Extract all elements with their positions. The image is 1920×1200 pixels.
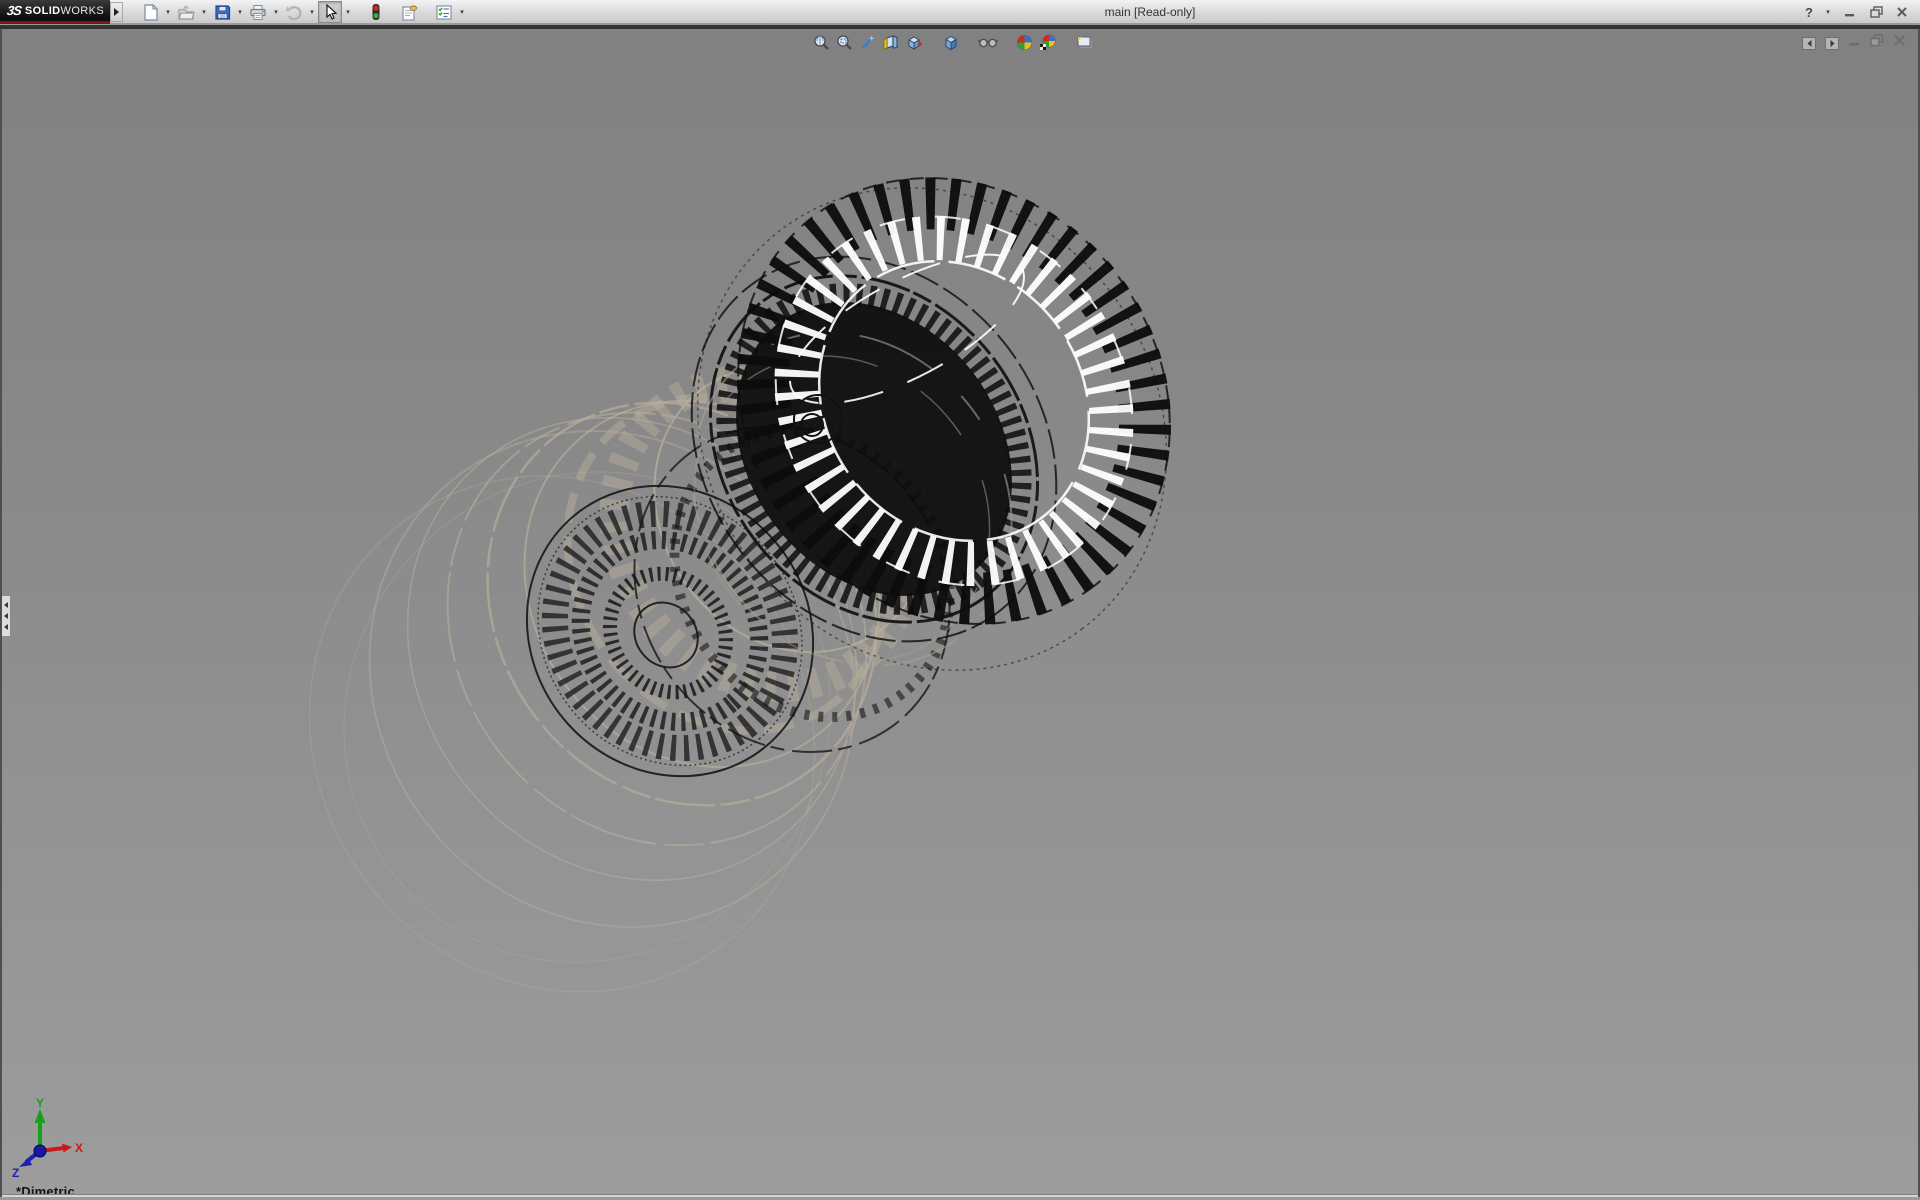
section-view-button[interactable]	[879, 32, 902, 52]
sketch-entities-button[interactable]	[398, 1, 422, 23]
restore-app-button[interactable]	[1866, 3, 1886, 21]
right-arrow-icon	[114, 8, 119, 16]
solidworks-logo: 3S SOLIDWORKS	[0, 0, 110, 24]
zoom-to-fit-icon	[813, 34, 830, 51]
save-button[interactable]	[210, 1, 234, 23]
standard-toolbar: ▾ ▾ ▾	[138, 0, 468, 24]
stoplight-icon	[370, 3, 382, 21]
stoplight-button[interactable]	[364, 1, 388, 23]
close-icon	[1896, 6, 1908, 18]
open-folder-icon	[177, 4, 195, 21]
titlebar-controls: ? ▾	[1802, 0, 1912, 24]
help-button[interactable]: ?	[1802, 5, 1816, 20]
zoom-to-area-icon	[836, 34, 853, 51]
edit-appearance-button[interactable]	[1013, 32, 1036, 52]
section-view-icon	[882, 34, 900, 51]
statusbar-edge	[2, 1194, 1920, 1197]
titlebar: 3S SOLIDWORKS ▾ ▾	[0, 0, 1920, 24]
save-floppy-icon	[214, 4, 231, 21]
display-style-button[interactable]	[939, 32, 962, 52]
apply-scene-button[interactable]	[1036, 32, 1059, 52]
previous-window-button[interactable]	[1802, 37, 1816, 50]
headsup-view-toolbar	[810, 32, 1096, 52]
zoom-to-area-button[interactable]	[833, 32, 856, 52]
print-dropdown-caret[interactable]: ▾	[270, 1, 282, 23]
options-checklist-icon	[435, 4, 453, 21]
eyeglasses-icon	[978, 35, 998, 49]
view-settings-button[interactable]	[1073, 32, 1096, 52]
print-button[interactable]	[246, 1, 270, 23]
zoom-to-fit-button[interactable]	[810, 32, 833, 52]
triad-z-label: Z	[12, 1166, 19, 1180]
brand-text: SOLIDWORKS	[25, 5, 104, 17]
view-settings-icon	[1076, 34, 1094, 50]
left-arrow-icon	[4, 602, 8, 608]
open-document-button[interactable]	[174, 1, 198, 23]
select-dropdown-caret[interactable]: ▾	[342, 1, 354, 23]
reference-triad: Y X Z	[6, 1097, 92, 1181]
select-cursor-icon	[323, 4, 338, 21]
feature-panel-flyout-tab[interactable]	[2, 595, 11, 637]
hand-over-document-icon	[401, 4, 419, 21]
new-dropdown-caret[interactable]: ▾	[162, 1, 174, 23]
help-dropdown-caret[interactable]: ▾	[1822, 1, 1834, 23]
options-dropdown-caret[interactable]: ▾	[456, 1, 468, 23]
hide-show-items-button[interactable]	[976, 32, 999, 52]
minimize-icon	[1844, 6, 1856, 18]
dassault-3s-logo-icon: 3S	[6, 3, 22, 18]
undo-arrow-icon	[285, 4, 303, 21]
options-button[interactable]	[432, 1, 456, 23]
new-document-button[interactable]	[138, 1, 162, 23]
open-dropdown-caret[interactable]: ▾	[198, 1, 210, 23]
select-button[interactable]	[318, 1, 342, 23]
menu-expand-button[interactable]	[110, 2, 123, 22]
minimize-app-button[interactable]	[1840, 3, 1860, 21]
appearance-ball-icon	[1016, 34, 1033, 51]
left-arrow-icon	[4, 624, 8, 630]
right-arrow-icon	[1828, 39, 1837, 48]
triad-x-label: X	[75, 1141, 83, 1155]
undo-button[interactable]	[282, 1, 306, 23]
minimize-document-button[interactable]	[1848, 34, 1861, 52]
next-window-button[interactable]	[1825, 37, 1839, 50]
view-orientation-icon	[905, 34, 923, 51]
view-orientation-button[interactable]	[902, 32, 925, 52]
close-icon	[1893, 34, 1906, 47]
undo-dropdown-caret[interactable]: ▾	[306, 1, 318, 23]
solidworks-window: 3S SOLIDWORKS ▾ ▾	[0, 0, 1920, 1200]
previous-view-button[interactable]	[856, 32, 879, 52]
graphics-viewport[interactable]: Y X Z *Dimetric	[0, 29, 1920, 1197]
apply-scene-ball-icon	[1039, 34, 1057, 51]
new-document-icon	[142, 4, 159, 21]
restore-document-button[interactable]	[1870, 34, 1884, 52]
window-title: main [Read-only]	[1040, 0, 1260, 24]
triad-y-label: Y	[36, 1097, 44, 1110]
close-app-button[interactable]	[1892, 3, 1912, 21]
printer-icon	[249, 4, 267, 21]
restore-icon	[1870, 6, 1883, 18]
turbine-assembly-wireframe	[2, 29, 1920, 1197]
close-document-button[interactable]	[1893, 34, 1906, 52]
minimize-icon	[1848, 34, 1861, 47]
display-style-cube-icon	[942, 34, 960, 51]
left-arrow-icon	[4, 613, 8, 619]
previous-view-wand-icon	[859, 34, 876, 51]
save-dropdown-caret[interactable]: ▾	[234, 1, 246, 23]
restore-icon	[1870, 34, 1884, 47]
left-arrow-icon	[1805, 39, 1814, 48]
document-window-controls	[1802, 34, 1906, 52]
